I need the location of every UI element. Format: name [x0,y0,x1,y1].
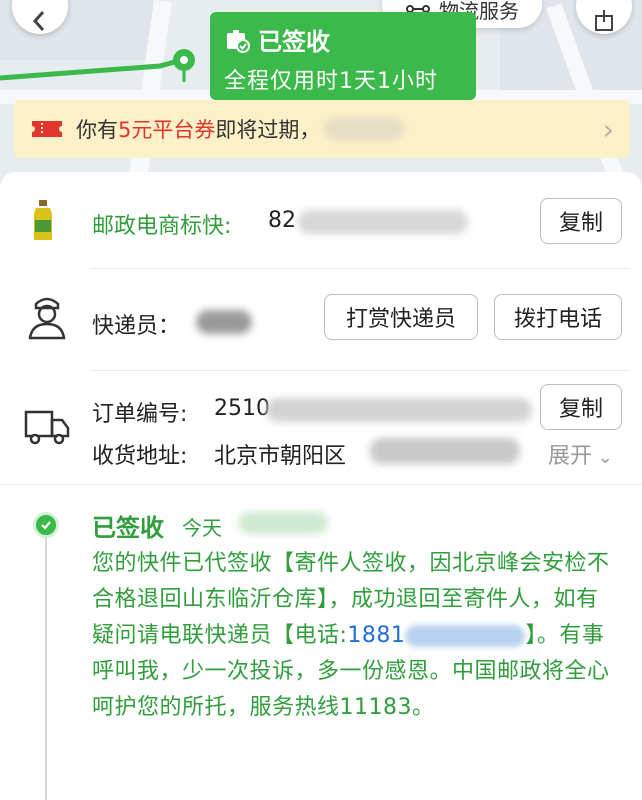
ticket-icon [32,121,62,137]
event-time: 今天 [182,512,222,541]
redacted-courier-name [196,310,252,334]
event-description: 您的快件已代签收【寄件人签收，因北京峰会安检不合格退回山东临沂仓库】，成功退回至… [92,546,612,726]
call-courier-button[interactable]: 拨打电话 [494,294,622,340]
back-icon [32,11,45,31]
order-number-prefix: 2510 [214,396,270,421]
chevron-down-icon: ⌄ [592,447,613,468]
expand-address-button[interactable]: 展开 ⌄ [548,438,613,470]
address-prefix: 北京市朝阳区 [214,444,347,469]
timeline-line [45,524,47,800]
tracking-number-prefix: 82 [268,208,296,233]
redacted-text [324,118,405,140]
copy-order-button[interactable]: 复制 [540,384,622,430]
package-check-icon [227,29,250,53]
chevron-right-icon: › [602,112,614,146]
status-subtitle: 全程仅用时1天1小时 [224,69,438,94]
order-number-label: 订单编号: [92,402,188,427]
coupon-amount: 5元平台券 [118,118,216,142]
divider [90,370,630,371]
divider [0,484,642,485]
courier-phone[interactable]: 1881 [347,623,405,648]
redacted-phone [405,625,526,647]
check-icon [41,521,51,530]
courier-label: 快递员： [92,314,181,339]
share-icon [595,10,613,31]
copy-tracking-button[interactable]: 复制 [540,198,622,244]
tip-courier-button[interactable]: 打赏快递员 [324,294,478,340]
courier-person-icon [28,297,66,340]
event-title: 已签收 [92,514,164,542]
redacted-order-number [266,398,532,422]
courier-company-name: 邮政电商标快: [92,214,232,239]
coupon-prefix: 你有 [76,118,118,142]
event-time-prefix: 今天 [182,516,222,540]
status-title: 已签收 [258,28,330,56]
shipment-card: 邮政电商标快: 82 复制 快递员： 打赏快递员 拨打电话 订单编号: 2510… [0,172,642,800]
redacted-tracking [298,210,468,234]
redacted-time [238,512,328,534]
coupon-banner[interactable]: 你有 5元平台券 即将过期， › [14,100,630,158]
timeline-dot [33,512,59,538]
divider [90,268,630,269]
bottle-product-icon [34,200,52,240]
location-pin-icon [173,49,195,82]
truck-icon [24,410,70,445]
address-label: 收货地址: [92,444,188,469]
expand-label: 展开 [548,444,593,469]
coupon-suffix: 即将过期， [215,118,321,142]
redacted-address [370,438,520,464]
delivery-status-bubble: 已签收 全程仅用时1天1小时 [210,12,476,100]
